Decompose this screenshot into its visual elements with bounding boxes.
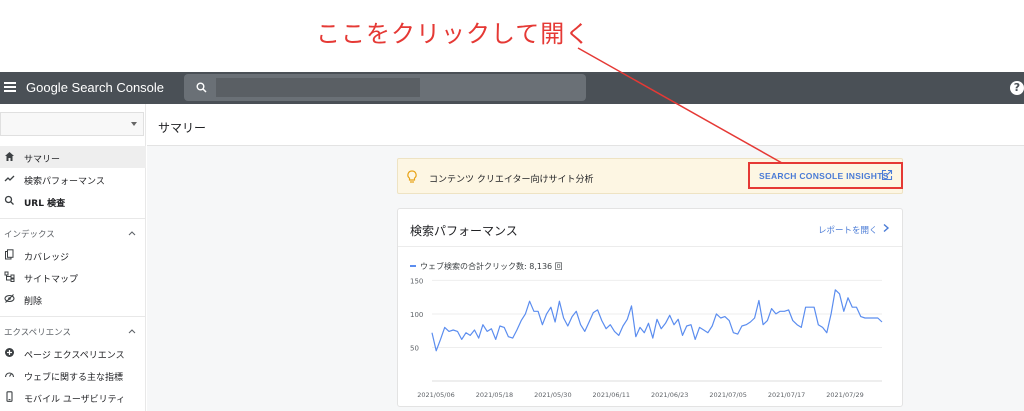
search-input[interactable] [184, 74, 586, 101]
chevron-up-icon[interactable] [128, 327, 136, 335]
page-header: サマリー [147, 104, 1024, 146]
sidebar-item-label: ウェブに関する主な指標 [24, 373, 124, 383]
x-tick-label: 2021/07/29 [826, 391, 863, 399]
sidebar-item-performance[interactable]: 検索パフォーマンス [0, 168, 146, 190]
performance-card: 検索パフォーマンス レポートを開く ウェブ検索の合計クリック数: 8,136 回… [397, 208, 903, 407]
sidebar-item-label: 削除 [24, 297, 43, 307]
sidebar-divider [0, 316, 146, 317]
performance-title: 検索パフォーマンス [410, 224, 518, 238]
x-tick-label: 2021/07/05 [709, 391, 746, 399]
sidebar-item-summary[interactable]: サマリー [0, 146, 146, 168]
sidebar: サマリー 検索パフォーマンス URL 検査 インデックス カバレッジ サイトマッ… [0, 104, 146, 411]
sidebar-item-label: カバレッジ [24, 253, 70, 263]
y-tick-label: 50 [410, 344, 419, 352]
sidebar-item-mobile-usability[interactable]: モバイル ユーザビリティ [0, 386, 146, 408]
sidebar-item-label: サイトマップ [24, 275, 79, 285]
sidebar-item-label: サマリー [24, 155, 61, 165]
chevron-right-icon[interactable] [881, 223, 891, 233]
sidebar-item-label: 検索パフォーマンス [24, 177, 105, 187]
gauge-icon [4, 372, 15, 378]
annotation-area: ここをクリックして開く [0, 0, 1024, 72]
x-tick-label: 2021/05/06 [417, 391, 454, 399]
x-tick-label: 2021/06/23 [651, 391, 688, 399]
trending-icon [4, 175, 15, 182]
menu-icon[interactable] [4, 82, 16, 94]
sidebar-divider [0, 218, 146, 219]
x-tick-label: 2021/06/11 [593, 391, 630, 399]
lightbulb-icon [407, 170, 417, 183]
help-icon[interactable]: ? [1010, 81, 1024, 95]
y-tick-label: 100 [410, 311, 423, 319]
y-tick-label: 150 [410, 277, 423, 285]
sidebar-item-label: ページ エクスペリエンス [24, 351, 125, 361]
app-title[interactable]: Google Search Console [26, 80, 164, 95]
x-tick-label: 2021/07/17 [768, 391, 805, 399]
sidebar-item-page-experience[interactable]: ページ エクスペリエンス [0, 342, 146, 364]
section-header-experience[interactable]: エクスペリエンス [4, 326, 71, 338]
sidebar-item-sitemaps[interactable]: サイトマップ [0, 266, 146, 288]
sidebar-item-label: モバイル ユーザビリティ [24, 395, 126, 405]
file-copy-icon [5, 249, 14, 260]
insights-label: コンテンツ クリエイター向けサイト分析 [429, 175, 594, 185]
sidebar-item-label: URL 検査 [24, 199, 66, 209]
series-line [431, 289, 883, 352]
dropdown-arrow-icon [131, 122, 137, 126]
search-icon [196, 82, 207, 93]
legend-label: ウェブ検索の合計クリック数: 8,136 回 [420, 261, 563, 271]
section-header-index[interactable]: インデックス [4, 228, 55, 240]
plus-circle-icon [5, 348, 14, 357]
clicks-line-chart: ウェブ検索の合計クリック数: 8,136 回 150 100 50 2021/05/06… [410, 261, 883, 399]
sidebar-item-core-web-vitals[interactable]: ウェブに関する主な指標 [0, 364, 146, 386]
x-tick-label: 2021/05/30 [534, 391, 571, 399]
search-icon [4, 195, 14, 205]
page-title: サマリー [158, 121, 207, 135]
home-icon [5, 152, 14, 161]
sidebar-item-coverage[interactable]: カバレッジ [0, 244, 146, 266]
annotation-callout: ここをクリックして開く [316, 20, 591, 48]
open-report-link[interactable]: レポートを開く [818, 224, 878, 236]
redacted-search-text [216, 78, 420, 97]
sitemap-icon [4, 271, 15, 282]
x-tick-label: 2021/05/18 [476, 391, 513, 399]
property-selector[interactable] [0, 112, 144, 136]
chevron-up-icon[interactable] [128, 229, 136, 237]
annotation-highlight-box [748, 162, 903, 189]
sidebar-item-removals[interactable]: 削除 [0, 288, 146, 310]
main-content: サマリー コンテンツ クリエイター向けサイト分析 SEARCH CONSOLE … [147, 104, 1024, 411]
sidebar-item-url-inspection[interactable]: URL 検査 [0, 190, 146, 212]
phone-icon [6, 391, 13, 402]
hidden-eye-icon [4, 294, 15, 303]
